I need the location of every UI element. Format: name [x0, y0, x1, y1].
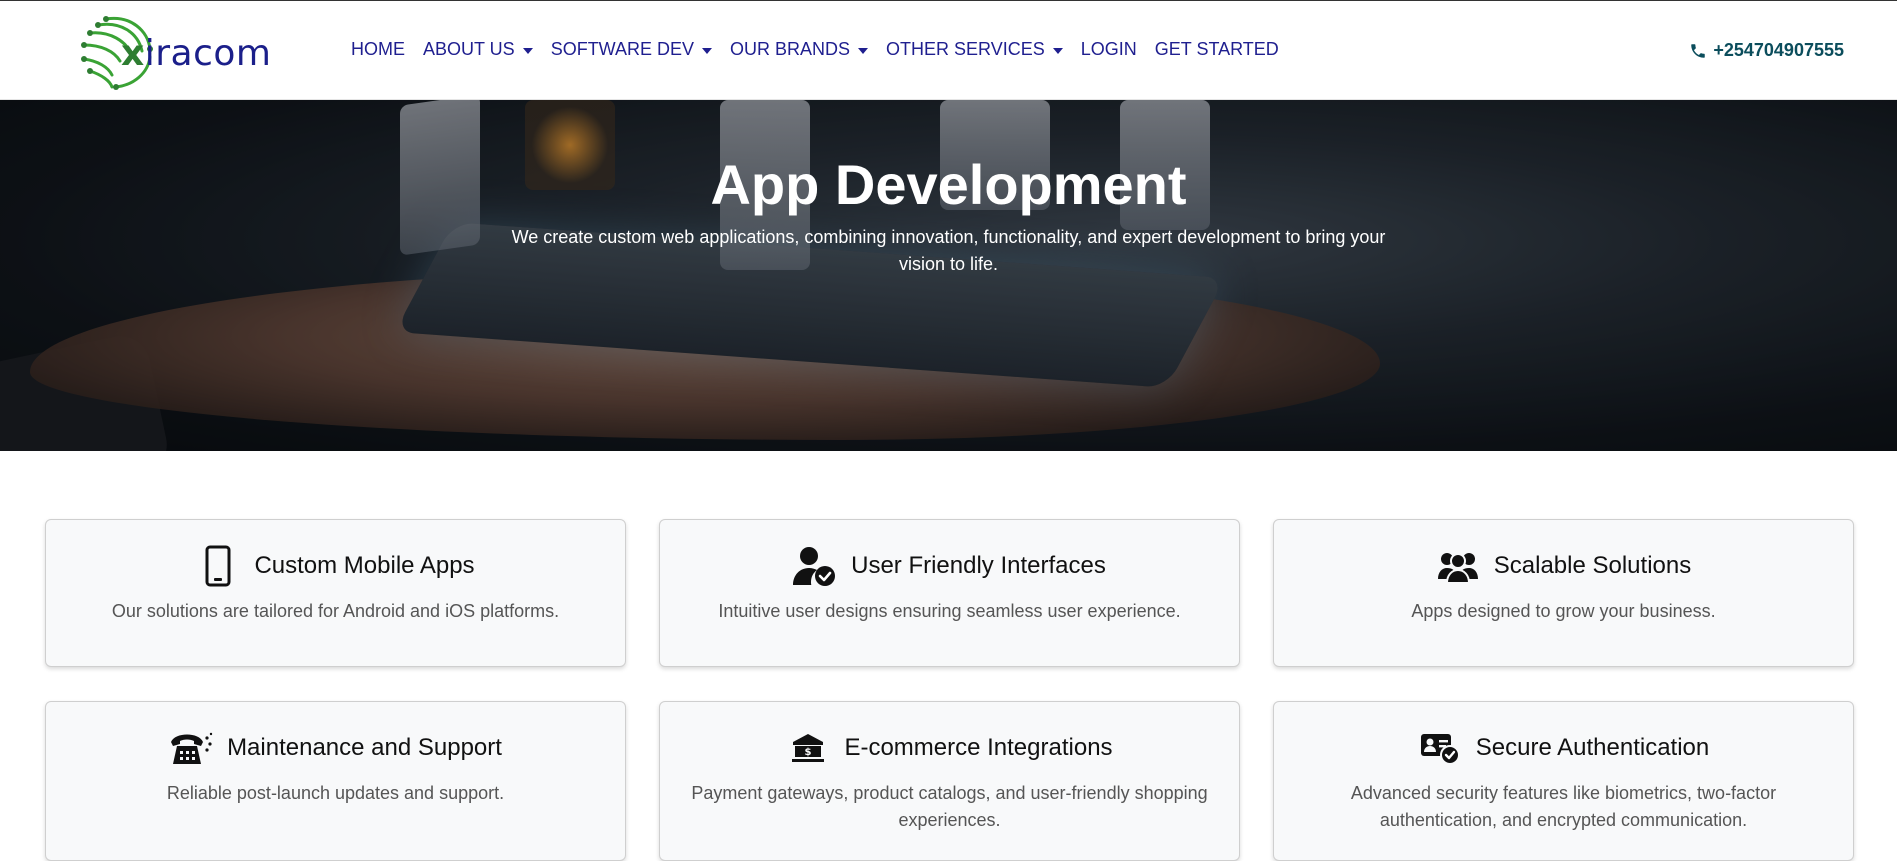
- id-card-check-icon: [1418, 726, 1462, 770]
- telephone-support-icon: [169, 726, 213, 770]
- phone-link[interactable]: +254704907555: [1689, 40, 1844, 61]
- feature-title: Secure Authentication: [1475, 734, 1710, 761]
- feature-card-user-friendly-interfaces: User Friendly Interfaces Intuitive user …: [659, 519, 1240, 667]
- feature-card-secure-authentication: Secure Authentication Advanced security …: [1273, 701, 1854, 861]
- nav-software-dev[interactable]: SOFTWARE DEV: [551, 39, 713, 60]
- nav-other-services[interactable]: OTHER SERVICES: [886, 39, 1063, 60]
- feature-title: Scalable Solutions: [1493, 552, 1692, 579]
- svg-text:$: $: [805, 747, 812, 758]
- feature-text: Payment gateways, product catalogs, and …: [691, 783, 1208, 830]
- feature-card-ecommerce-integrations: $ E-commerce Integrations Payment gatewa…: [659, 701, 1240, 861]
- feature-text: Apps designed to grow your business.: [1411, 601, 1716, 621]
- main-nav: HOME ABOUT US SOFTWARE DEV OUR BRANDS OT…: [351, 39, 1297, 60]
- user-check-icon: [793, 544, 837, 588]
- nav-get-started[interactable]: GET STARTED: [1155, 39, 1279, 60]
- feature-text: Advanced security features like biometri…: [1350, 783, 1777, 830]
- hero-subtitle: We create custom web applications, combi…: [511, 227, 1386, 274]
- feature-title: Maintenance and Support: [227, 734, 502, 761]
- nav-home[interactable]: HOME: [351, 39, 405, 60]
- caret-down-icon: [858, 47, 869, 54]
- feature-card-scalable-solutions: Scalable Solutions Apps designed to grow…: [1273, 519, 1854, 667]
- feature-card-maintenance-support: Maintenance and Support Reliable post-la…: [45, 701, 626, 861]
- nav-our-brands[interactable]: OUR BRANDS: [730, 39, 869, 60]
- feature-text: Intuitive user designs ensuring seamless…: [718, 601, 1181, 621]
- phone-icon: [1691, 43, 1706, 58]
- feature-card-custom-mobile-apps: Custom Mobile Apps Our solutions are tai…: [45, 519, 626, 667]
- site-header: xiracom HOME ABOUT US SOFTWARE DEV OUR B…: [0, 1, 1897, 100]
- hero-banner: App Development We create custom web app…: [0, 100, 1897, 451]
- caret-down-icon: [522, 47, 533, 54]
- hero-title: App Development: [710, 153, 1187, 216]
- xiracom-logo[interactable]: xiracom: [76, 11, 276, 91]
- mobile-phone-icon: [196, 544, 240, 588]
- users-group-icon: [1436, 544, 1480, 588]
- feature-title: User Friendly Interfaces: [851, 552, 1106, 579]
- nav-login[interactable]: LOGIN: [1081, 39, 1137, 60]
- feature-title: Custom Mobile Apps: [254, 552, 475, 579]
- feature-text: Our solutions are tailored for Android a…: [111, 601, 560, 621]
- feature-title: E-commerce Integrations: [844, 734, 1113, 761]
- caret-down-icon: [1052, 47, 1063, 54]
- caret-down-icon: [702, 47, 713, 54]
- nav-about-us[interactable]: ABOUT US: [423, 39, 533, 60]
- bank-ecommerce-icon: $: [786, 726, 830, 770]
- feature-text: Reliable post-launch updates and support…: [166, 783, 505, 803]
- logo-text: xiracom: [121, 33, 272, 74]
